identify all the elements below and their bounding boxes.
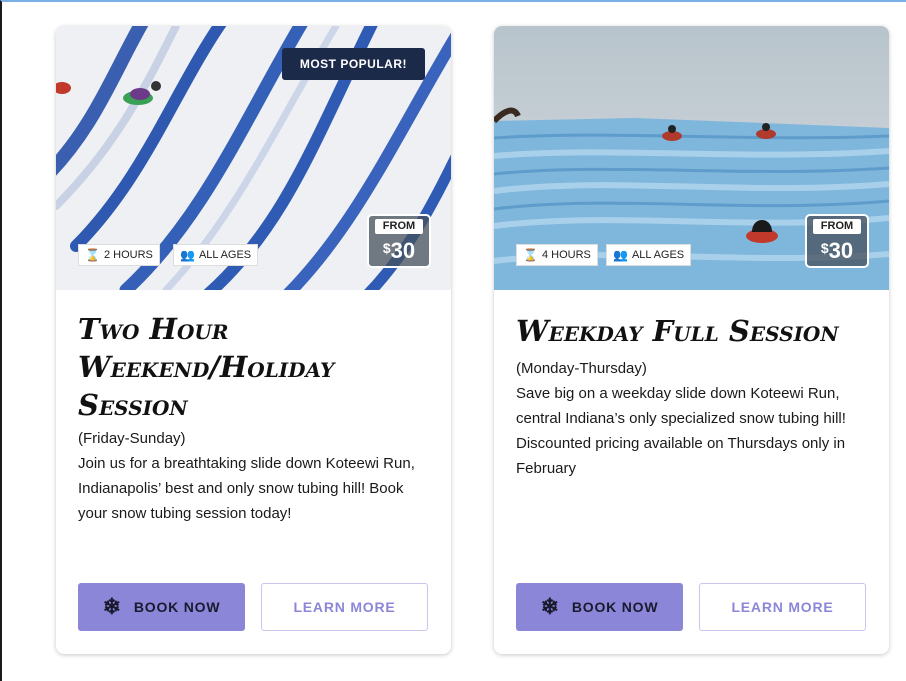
group-icon: 👥 — [613, 248, 628, 262]
price-currency: $ — [382, 240, 391, 256]
title-line: Weekend/Holiday — [78, 350, 335, 384]
learn-more-button[interactable]: LEARN MORE — [261, 583, 428, 631]
book-now-label: BOOK NOW — [571, 599, 659, 615]
price-value: 30 — [390, 238, 416, 263]
price-tag: FROM $30 — [367, 214, 431, 268]
card-title: Two Hour Weekend/Holiday Session — [78, 310, 418, 424]
card-photo: ⌛ 4 HOURS 👥 ALL AGES FROM $30 — [494, 26, 889, 290]
learn-more-label: LEARN MORE — [293, 599, 396, 615]
snowflake-icon: ❄ — [540, 594, 560, 619]
card-description: (Monday-Thursday) Save big on a weekday … — [516, 356, 866, 481]
book-now-button[interactable]: ❄ BOOK NOW — [78, 583, 245, 631]
title-line: Session — [78, 388, 188, 422]
price-amount: $30 — [807, 234, 867, 265]
title-line: Weekday Full Session — [516, 314, 839, 348]
ages-chip: 👥 ALL AGES — [173, 244, 259, 266]
hourglass-icon: ⌛ — [85, 248, 100, 262]
book-now-label: BOOK NOW — [133, 599, 221, 615]
ages-label: ALL AGES — [631, 249, 685, 261]
price-tag: FROM $30 — [805, 214, 869, 268]
card-description: (Friday-Sunday) Join us for a breathtaki… — [78, 426, 428, 526]
duration-chip: ⌛ 4 HOURS — [516, 244, 598, 266]
learn-more-button[interactable]: LEARN MORE — [699, 583, 866, 631]
price-amount: $30 — [369, 234, 429, 265]
card-title: Weekday Full Session — [516, 312, 876, 350]
hourglass-icon: ⌛ — [523, 248, 538, 262]
snowflake-icon: ❄ — [102, 594, 122, 619]
session-card-weekday: ⌛ 4 HOURS 👥 ALL AGES FROM $30 Weekday Fu… — [494, 26, 889, 654]
session-card-weekend: MOST POPULAR! ⌛ 2 HOURS 👥 ALL AGES FROM … — [56, 26, 451, 654]
session-description: Join us for a breathtaking slide down Ko… — [78, 455, 415, 522]
session-days: (Friday-Sunday) — [78, 430, 186, 447]
learn-more-label: LEARN MORE — [731, 599, 834, 615]
duration-label: 2 HOURS — [103, 249, 153, 261]
duration-chip: ⌛ 2 HOURS — [78, 244, 160, 266]
group-icon: 👥 — [180, 248, 195, 262]
book-now-button[interactable]: ❄ BOOK NOW — [516, 583, 683, 631]
price-from-label: FROM — [375, 219, 423, 234]
price-value: 30 — [828, 238, 854, 263]
duration-label: 4 HOURS — [541, 249, 591, 261]
price-currency: $ — [820, 240, 829, 256]
price-from-label: FROM — [813, 219, 861, 234]
card-photo: MOST POPULAR! ⌛ 2 HOURS 👥 ALL AGES FROM … — [56, 26, 451, 290]
title-line: Two Hour — [78, 312, 229, 346]
session-days: (Monday-Thursday) — [516, 360, 647, 377]
session-description: Save big on a weekday slide down Koteewi… — [516, 385, 846, 427]
ages-label: ALL AGES — [198, 249, 252, 261]
ages-chip: 👥 ALL AGES — [606, 244, 692, 266]
session-description-extra: Discounted pricing available on Thursday… — [516, 435, 846, 477]
most-popular-badge: MOST POPULAR! — [281, 48, 425, 80]
